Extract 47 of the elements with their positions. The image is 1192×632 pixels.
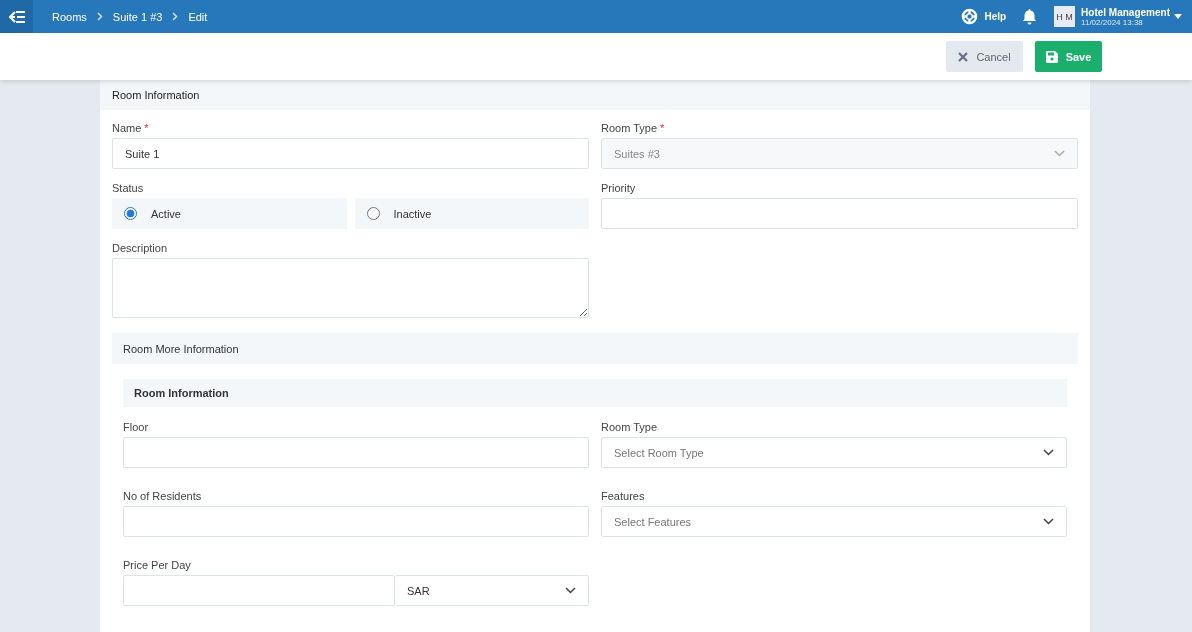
chevron-right-icon (96, 12, 103, 21)
chevron-right-icon (172, 12, 179, 21)
breadcrumb-link[interactable]: Edit (188, 10, 208, 23)
breadcrumb-link[interactable]: Suite 1 #3 (112, 10, 163, 23)
field-label: Priority (601, 182, 636, 194)
user-name[interactable]: Hotel Management (1081, 6, 1170, 18)
save-button[interactable]: Save (1035, 41, 1102, 72)
user-datetime: 11/02/2024 13:38 (1081, 17, 1143, 27)
field-label: Features (601, 490, 645, 502)
field-label: Room Type (601, 421, 658, 433)
radio-option[interactable]: Active (112, 198, 347, 229)
price-field[interactable] (123, 575, 395, 606)
currency-select[interactable]: SAR (395, 575, 589, 606)
subsection-title: Room Information (123, 379, 1067, 407)
user-avatar[interactable]: H M (1054, 6, 1076, 27)
field-label: No of Residents (123, 490, 202, 502)
field-label: Room Type (601, 122, 658, 134)
section-title: Room More Information (112, 333, 1078, 364)
chevron-down-icon (1054, 150, 1065, 157)
chevron-down-icon (565, 587, 576, 594)
text-field[interactable] (123, 437, 589, 468)
chevron-down-icon (1043, 449, 1054, 456)
text-field[interactable] (601, 198, 1078, 229)
select-field[interactable]: Select Features (601, 506, 1067, 537)
chevron-down-icon (1043, 518, 1054, 525)
field-label: Status (112, 182, 144, 194)
breadcrumb-link[interactable]: Rooms (52, 10, 87, 23)
required-mark: * (144, 122, 149, 134)
close-icon (958, 51, 969, 62)
field-label: Floor (123, 421, 149, 433)
bell-icon[interactable] (1022, 8, 1038, 25)
menu-collapse-icon (8, 10, 25, 23)
description-field[interactable] (112, 258, 589, 318)
radio-option[interactable]: Inactive (354, 198, 589, 229)
menu-button[interactable] (0, 0, 33, 33)
required-mark: * (660, 122, 665, 134)
text-field[interactable]: Suite 1 (112, 138, 589, 169)
section-title: Room Information (100, 80, 1090, 110)
field-label: Description (112, 242, 168, 254)
text-field[interactable] (123, 506, 589, 537)
cancel-button[interactable]: Cancel (946, 41, 1023, 72)
lifebuoy-icon (961, 8, 979, 25)
field-label: Name (112, 122, 142, 134)
help-link[interactable]: Help (961, 8, 1007, 25)
select-field[interactable]: Select Room Type (601, 437, 1067, 468)
caret-down-icon[interactable] (1174, 14, 1182, 19)
field-label: Price Per Day (123, 559, 191, 571)
